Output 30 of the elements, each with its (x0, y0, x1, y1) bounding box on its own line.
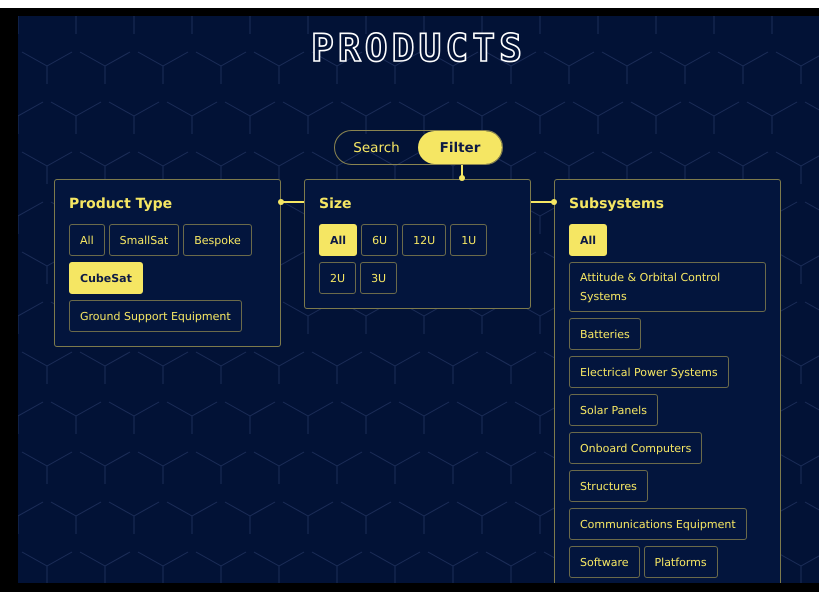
filter-chip[interactable]: Communications Equipment (569, 508, 747, 540)
panel-title: Subsystems (569, 196, 665, 212)
filter-chip[interactable]: 2U (319, 262, 356, 294)
filter-chip[interactable]: Platforms (644, 546, 718, 578)
filter-chip[interactable]: SmallSat (108, 224, 180, 256)
filter-chip[interactable]: Onboard Computers (569, 432, 702, 464)
filter-chip[interactable]: Batteries (569, 318, 641, 350)
filter-chip[interactable]: 3U (360, 262, 398, 294)
filter-chip[interactable]: All (319, 224, 358, 256)
filter-chip[interactable]: All (569, 224, 608, 256)
page-title: PRODUCTS (310, 26, 526, 70)
filter-chip[interactable]: Electrical Power Systems (569, 356, 729, 388)
filter-chip[interactable]: CubeSat (69, 262, 143, 294)
filter-chip[interactable]: 6U (361, 224, 398, 256)
filter-chip[interactable]: Attitude & Orbital Control Systems (569, 262, 766, 312)
filter-chip[interactable]: All (69, 224, 105, 256)
filter-chip[interactable]: Solar Panels (569, 394, 658, 426)
mode-tab[interactable]: Search (335, 131, 418, 164)
connector-line (460, 165, 462, 179)
mode-tab[interactable]: Filter (418, 131, 502, 164)
connector-line (531, 201, 554, 203)
filter-chip[interactable]: 12U (402, 224, 446, 256)
panel-title: Product Type (69, 196, 174, 212)
filter-chip[interactable]: Software (569, 546, 640, 578)
connector-line (281, 201, 304, 203)
filter-chip[interactable]: 1U (450, 224, 488, 256)
filter-chip[interactable]: Structures (569, 470, 648, 502)
filter-chip[interactable]: Ground Support Equipment (69, 300, 242, 332)
filter-chip[interactable]: Bespoke (183, 224, 252, 256)
panel-title: Size (319, 196, 353, 212)
